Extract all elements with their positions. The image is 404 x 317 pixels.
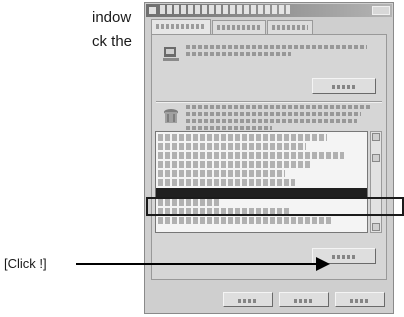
click-callout-label: [Click !] — [4, 256, 47, 271]
tab-bar — [151, 19, 313, 34]
properties-dialog — [144, 2, 394, 314]
callout-arrow-line — [76, 263, 320, 265]
scroll-down-icon[interactable] — [372, 223, 380, 231]
apply-button[interactable] — [335, 292, 385, 307]
section-divider — [156, 101, 382, 103]
dialog-titlebar — [146, 4, 392, 17]
tab-startup-disk[interactable] — [267, 20, 313, 34]
tab-install-uninstall[interactable] — [151, 19, 211, 34]
cancel-button[interactable] — [279, 292, 329, 307]
uninstall-icon — [162, 107, 180, 125]
selection-highlight-box — [146, 197, 404, 216]
install-button[interactable] — [312, 78, 376, 94]
selected-list-item[interactable] — [156, 188, 367, 197]
list-item[interactable] — [158, 179, 296, 186]
scroll-up-icon[interactable] — [372, 133, 380, 141]
uninstall-description — [186, 105, 376, 133]
install-disk-icon — [162, 45, 180, 63]
list-item[interactable] — [158, 134, 327, 141]
list-scrollbar[interactable] — [370, 131, 382, 233]
ok-button[interactable] — [223, 292, 273, 307]
install-description — [186, 45, 376, 59]
list-item[interactable] — [158, 217, 332, 224]
installed-programs-list[interactable] — [155, 131, 368, 233]
list-item[interactable] — [158, 143, 306, 150]
arrow-right-icon — [316, 257, 330, 271]
manual-text-line-1: indow — [92, 9, 132, 26]
list-item[interactable] — [158, 161, 310, 168]
window-icon — [149, 7, 156, 14]
dialog-title — [160, 5, 290, 14]
scroll-thumb[interactable] — [372, 154, 380, 162]
list-item[interactable] — [158, 152, 344, 159]
close-icon[interactable] — [372, 6, 390, 15]
list-item[interactable] — [158, 170, 285, 177]
dialog-panel — [151, 34, 387, 280]
manual-text-line-2: ck the — [92, 33, 133, 50]
tab-windows-setup[interactable] — [212, 20, 266, 34]
